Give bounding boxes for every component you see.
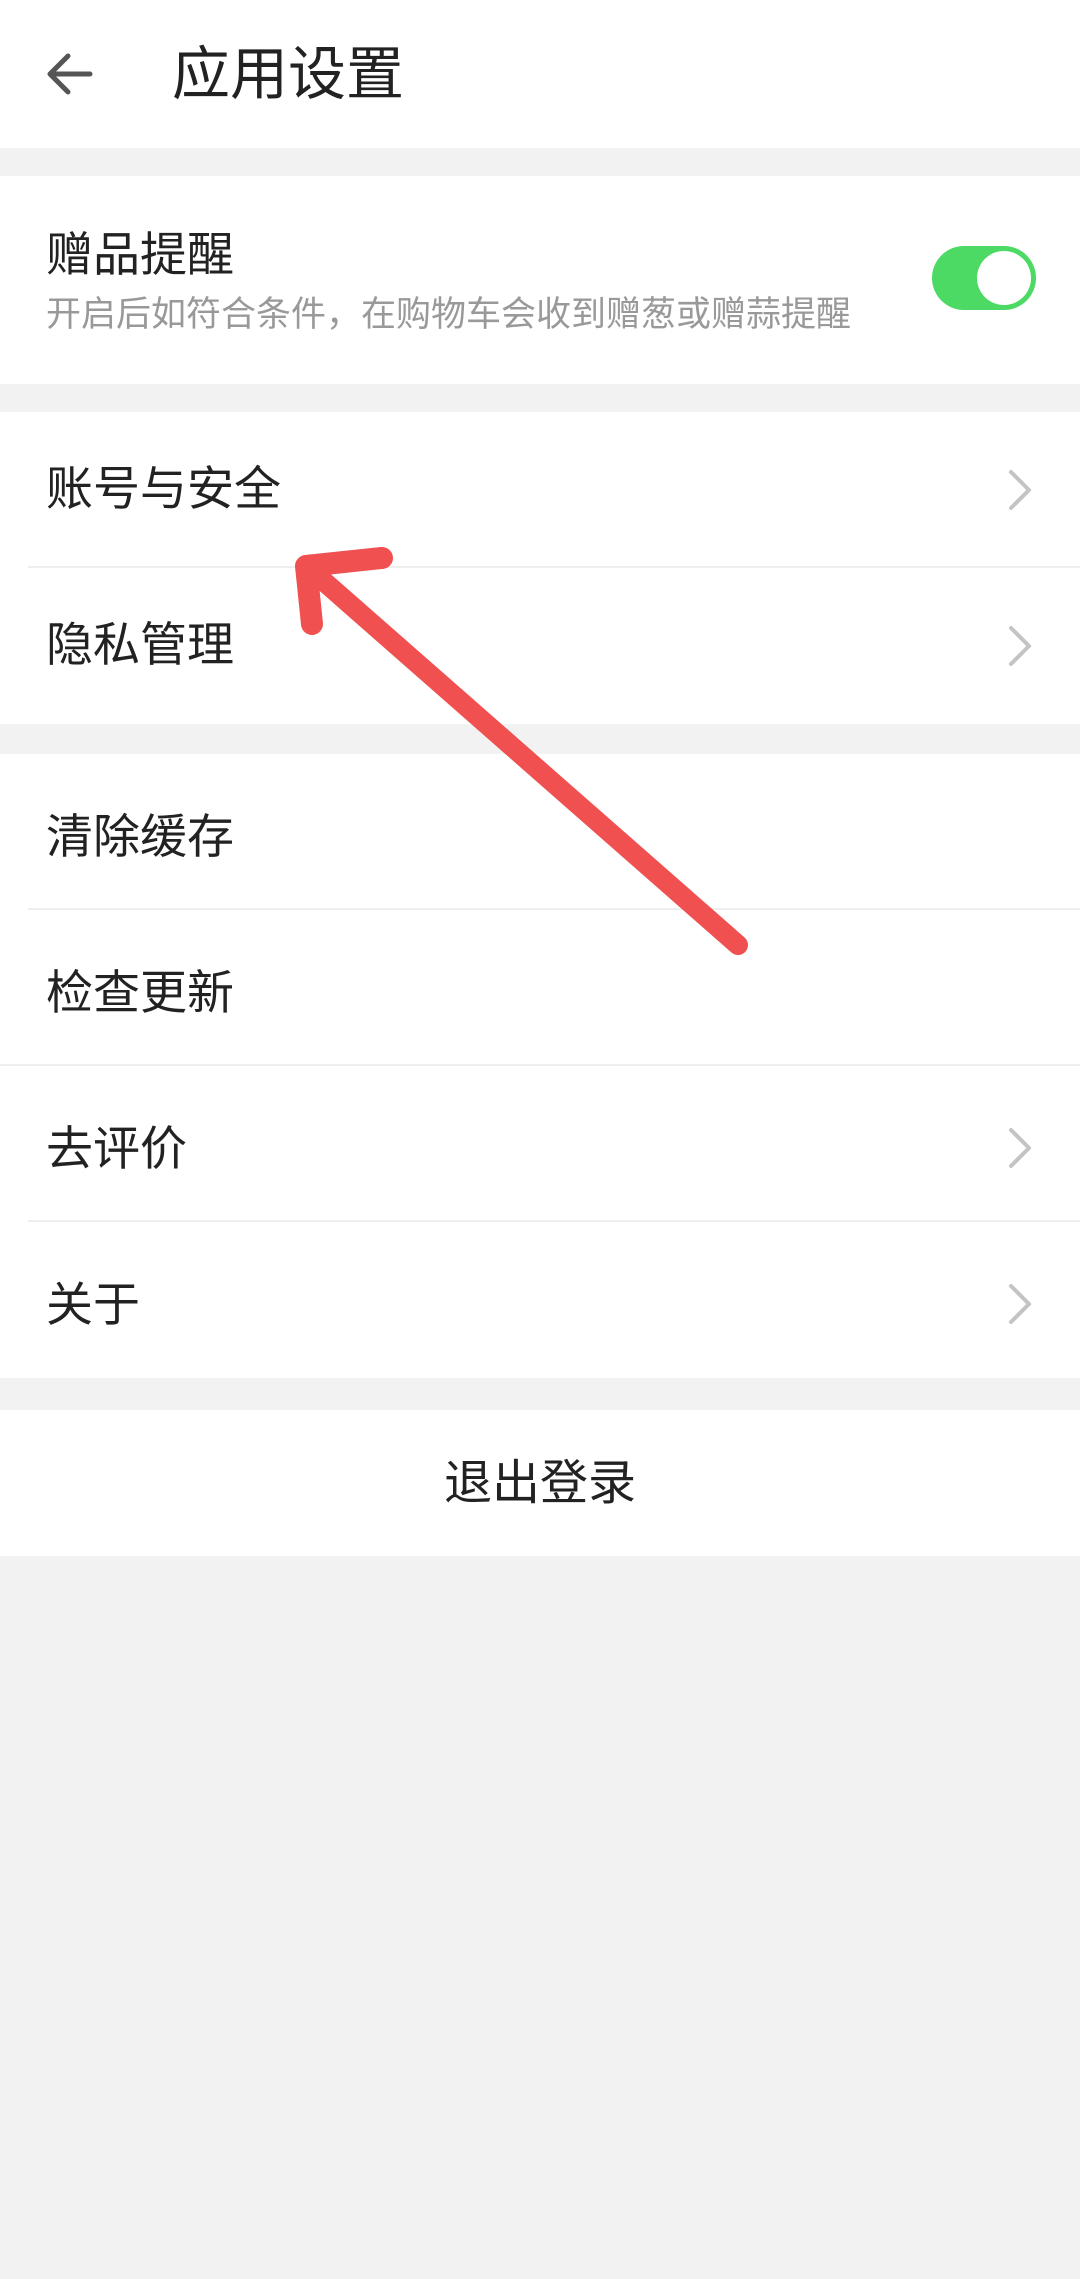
arrow-left-icon [47,53,93,95]
settings-page: 应用设置 赠品提醒 开启后如符合条件，在购物车会收到赠葱或赠蒜提醒 账号与安全 … [0,0,1080,2279]
settings-item-about[interactable]: 关于 [0,1222,1080,1378]
settings-item-rate[interactable]: 去评价 [0,1066,1080,1222]
gift-reminder-card: 赠品提醒 开启后如符合条件，在购物车会收到赠葱或赠蒜提醒 [0,176,1080,384]
chevron-right-icon [1000,466,1040,514]
misc-section: 清除缓存 检查更新 去评价 关于 [0,754,1080,1378]
app-header: 应用设置 [0,0,1080,148]
settings-item-account-security[interactable]: 账号与安全 [0,412,1080,568]
toggle-knob [977,251,1031,305]
settings-item-label: 去评价 [46,1122,187,1177]
settings-item-label: 关于 [46,1278,140,1333]
settings-item-label: 清除缓存 [46,810,234,865]
logout-label: 退出登录 [443,1455,636,1511]
settings-item-check-update[interactable]: 检查更新 [0,910,1080,1066]
settings-item-label: 隐私管理 [46,618,234,673]
chevron-right-icon [1000,622,1040,670]
back-button[interactable] [30,34,110,114]
gift-reminder-title: 赠品提醒 [46,228,234,283]
settings-item-label: 账号与安全 [46,462,281,517]
page-title: 应用设置 [172,40,405,108]
account-section: 账号与安全 隐私管理 [0,412,1080,724]
gift-reminder-description: 开启后如符合条件，在购物车会收到赠葱或赠蒜提醒 [46,295,852,335]
logout-button[interactable]: 退出登录 [0,1410,1080,1556]
chevron-right-icon [1000,1280,1040,1328]
settings-item-privacy[interactable]: 隐私管理 [0,568,1080,724]
chevron-right-icon [1000,1124,1040,1172]
settings-item-clear-cache[interactable]: 清除缓存 [0,754,1080,910]
gift-reminder-toggle[interactable] [932,246,1036,310]
settings-item-label: 检查更新 [46,966,234,1021]
